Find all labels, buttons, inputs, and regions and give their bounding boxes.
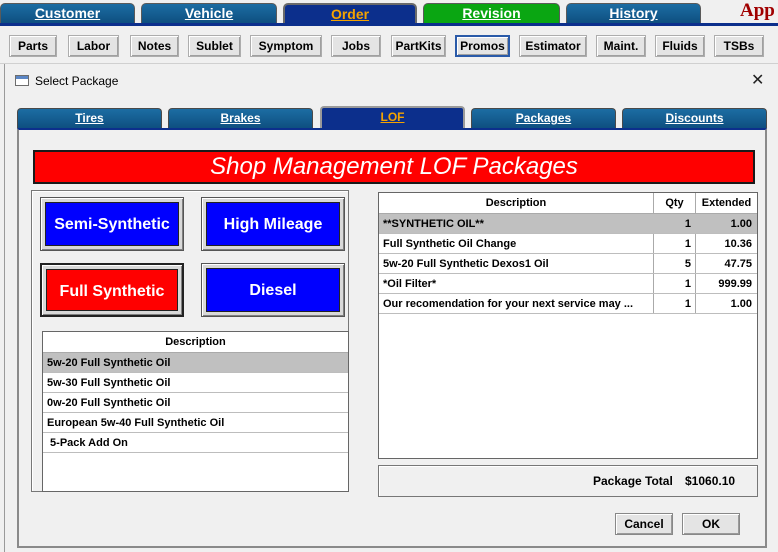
- diesel-button[interactable]: Diesel: [201, 263, 345, 317]
- dialog-title: Select Package: [35, 74, 119, 88]
- list-item-label: European 5w-40 Full Synthetic Oil: [47, 417, 225, 429]
- table-row[interactable]: Our recomendation for your next service …: [379, 294, 757, 314]
- tab-tires[interactable]: Tires: [17, 108, 162, 128]
- description-header: Description: [379, 193, 653, 214]
- symptom-button[interactable]: Symptom: [250, 35, 322, 57]
- item-extended: 999.99: [718, 278, 752, 290]
- select-package-dialog: Select Package ✕ Tires Brakes LOF Packag…: [4, 64, 778, 552]
- item-extended: 10.36: [724, 238, 752, 250]
- list-item-label: 0w-20 Full Synthetic Oil: [47, 397, 171, 409]
- tab-customer[interactable]: Customer: [0, 3, 135, 23]
- package-total-value: $1060.10: [685, 474, 736, 488]
- item-extended: 1.00: [730, 218, 752, 230]
- tab-discounts[interactable]: Discounts: [622, 108, 767, 128]
- item-qty: 1: [684, 278, 691, 290]
- item-extended: 47.75: [724, 258, 752, 270]
- estimator-button[interactable]: Estimator: [519, 35, 587, 57]
- notes-button[interactable]: Notes: [130, 35, 179, 57]
- table-row[interactable]: Full Synthetic Oil Change 1 10.36: [379, 234, 757, 254]
- package-items-table: Description Qty Extended **SYNTHETIC OIL…: [378, 192, 758, 459]
- item-description: *Oil Filter*: [383, 278, 437, 290]
- item-description: 5w-20 Full Synthetic Dexos1 Oil: [383, 258, 549, 270]
- qty-header: Qty: [654, 193, 695, 214]
- package-total-box: Package Total $1060.10: [378, 465, 758, 497]
- package-list: Description 5w-20 Full Synthetic Oil 5w-…: [42, 331, 349, 492]
- list-item[interactable]: 5-Pack Add On: [43, 433, 348, 453]
- tab-brakes[interactable]: Brakes: [168, 108, 313, 128]
- semi-synthetic-button[interactable]: Semi-Synthetic: [40, 197, 184, 251]
- item-extended: 1.00: [730, 298, 752, 310]
- item-qty: 1: [684, 298, 691, 310]
- package-group: Semi-Synthetic High Mileage Full Synthet…: [31, 190, 349, 492]
- extended-header: Extended: [696, 193, 757, 214]
- tsbs-button[interactable]: TSBs: [714, 35, 764, 57]
- parts-button[interactable]: Parts: [9, 35, 57, 57]
- promos-button[interactable]: Promos: [455, 35, 510, 57]
- table-row[interactable]: **SYNTHETIC OIL** 1 1.00: [379, 214, 757, 234]
- list-item[interactable]: 5w-30 Full Synthetic Oil: [43, 373, 348, 393]
- item-description: Full Synthetic Oil Change: [383, 238, 517, 250]
- list-item-label: 5-Pack Add On: [47, 437, 128, 449]
- semi-synthetic-label: Semi-Synthetic: [45, 202, 179, 246]
- tab-order[interactable]: Order: [283, 3, 417, 25]
- tab-revision[interactable]: Revision: [423, 3, 560, 23]
- description-header: Description: [43, 332, 348, 353]
- cancel-button[interactable]: Cancel: [615, 513, 673, 535]
- list-item-label: 5w-20 Full Synthetic Oil: [47, 357, 171, 369]
- item-description: **SYNTHETIC OIL**: [383, 218, 484, 230]
- list-item[interactable]: 0w-20 Full Synthetic Oil: [43, 393, 348, 413]
- diesel-label: Diesel: [206, 268, 340, 312]
- partkits-button[interactable]: PartKits: [391, 35, 446, 57]
- table-row[interactable]: *Oil Filter* 1 999.99: [379, 274, 757, 294]
- tab-history[interactable]: History: [566, 3, 701, 23]
- package-total-label: Package Total: [593, 474, 673, 488]
- list-item[interactable]: 5w-20 Full Synthetic Oil: [43, 353, 348, 373]
- app-title: App: [740, 0, 775, 21]
- tab-packages[interactable]: Packages: [471, 108, 616, 128]
- close-icon[interactable]: ✕: [751, 70, 764, 90]
- tab-vehicle[interactable]: Vehicle: [141, 3, 277, 23]
- page-banner: Shop Management LOF Packages: [33, 150, 755, 184]
- list-item-label: 5w-30 Full Synthetic Oil: [47, 377, 171, 389]
- item-qty: 5: [684, 258, 691, 270]
- item-qty: 1: [684, 238, 691, 250]
- ok-button[interactable]: OK: [682, 513, 740, 535]
- item-description: Our recomendation for your next service …: [383, 298, 634, 310]
- item-qty: 1: [684, 218, 691, 230]
- maint-button[interactable]: Maint.: [596, 35, 646, 57]
- fluids-button[interactable]: Fluids: [655, 35, 705, 57]
- labor-button[interactable]: Labor: [68, 35, 119, 57]
- table-row[interactable]: 5w-20 Full Synthetic Dexos1 Oil 5 47.75: [379, 254, 757, 274]
- toolbar: Parts Labor Notes Sublet Symptom Jobs Pa…: [0, 26, 778, 64]
- full-synthetic-label: Full Synthetic: [46, 269, 178, 311]
- jobs-button[interactable]: Jobs: [331, 35, 381, 57]
- list-item[interactable]: European 5w-40 Full Synthetic Oil: [43, 413, 348, 433]
- full-synthetic-button[interactable]: Full Synthetic: [40, 263, 184, 317]
- high-mileage-button[interactable]: High Mileage: [201, 197, 345, 251]
- tab-lof[interactable]: LOF: [320, 106, 465, 129]
- high-mileage-label: High Mileage: [206, 202, 340, 246]
- window-icon: [15, 75, 29, 86]
- sublet-button[interactable]: Sublet: [188, 35, 241, 57]
